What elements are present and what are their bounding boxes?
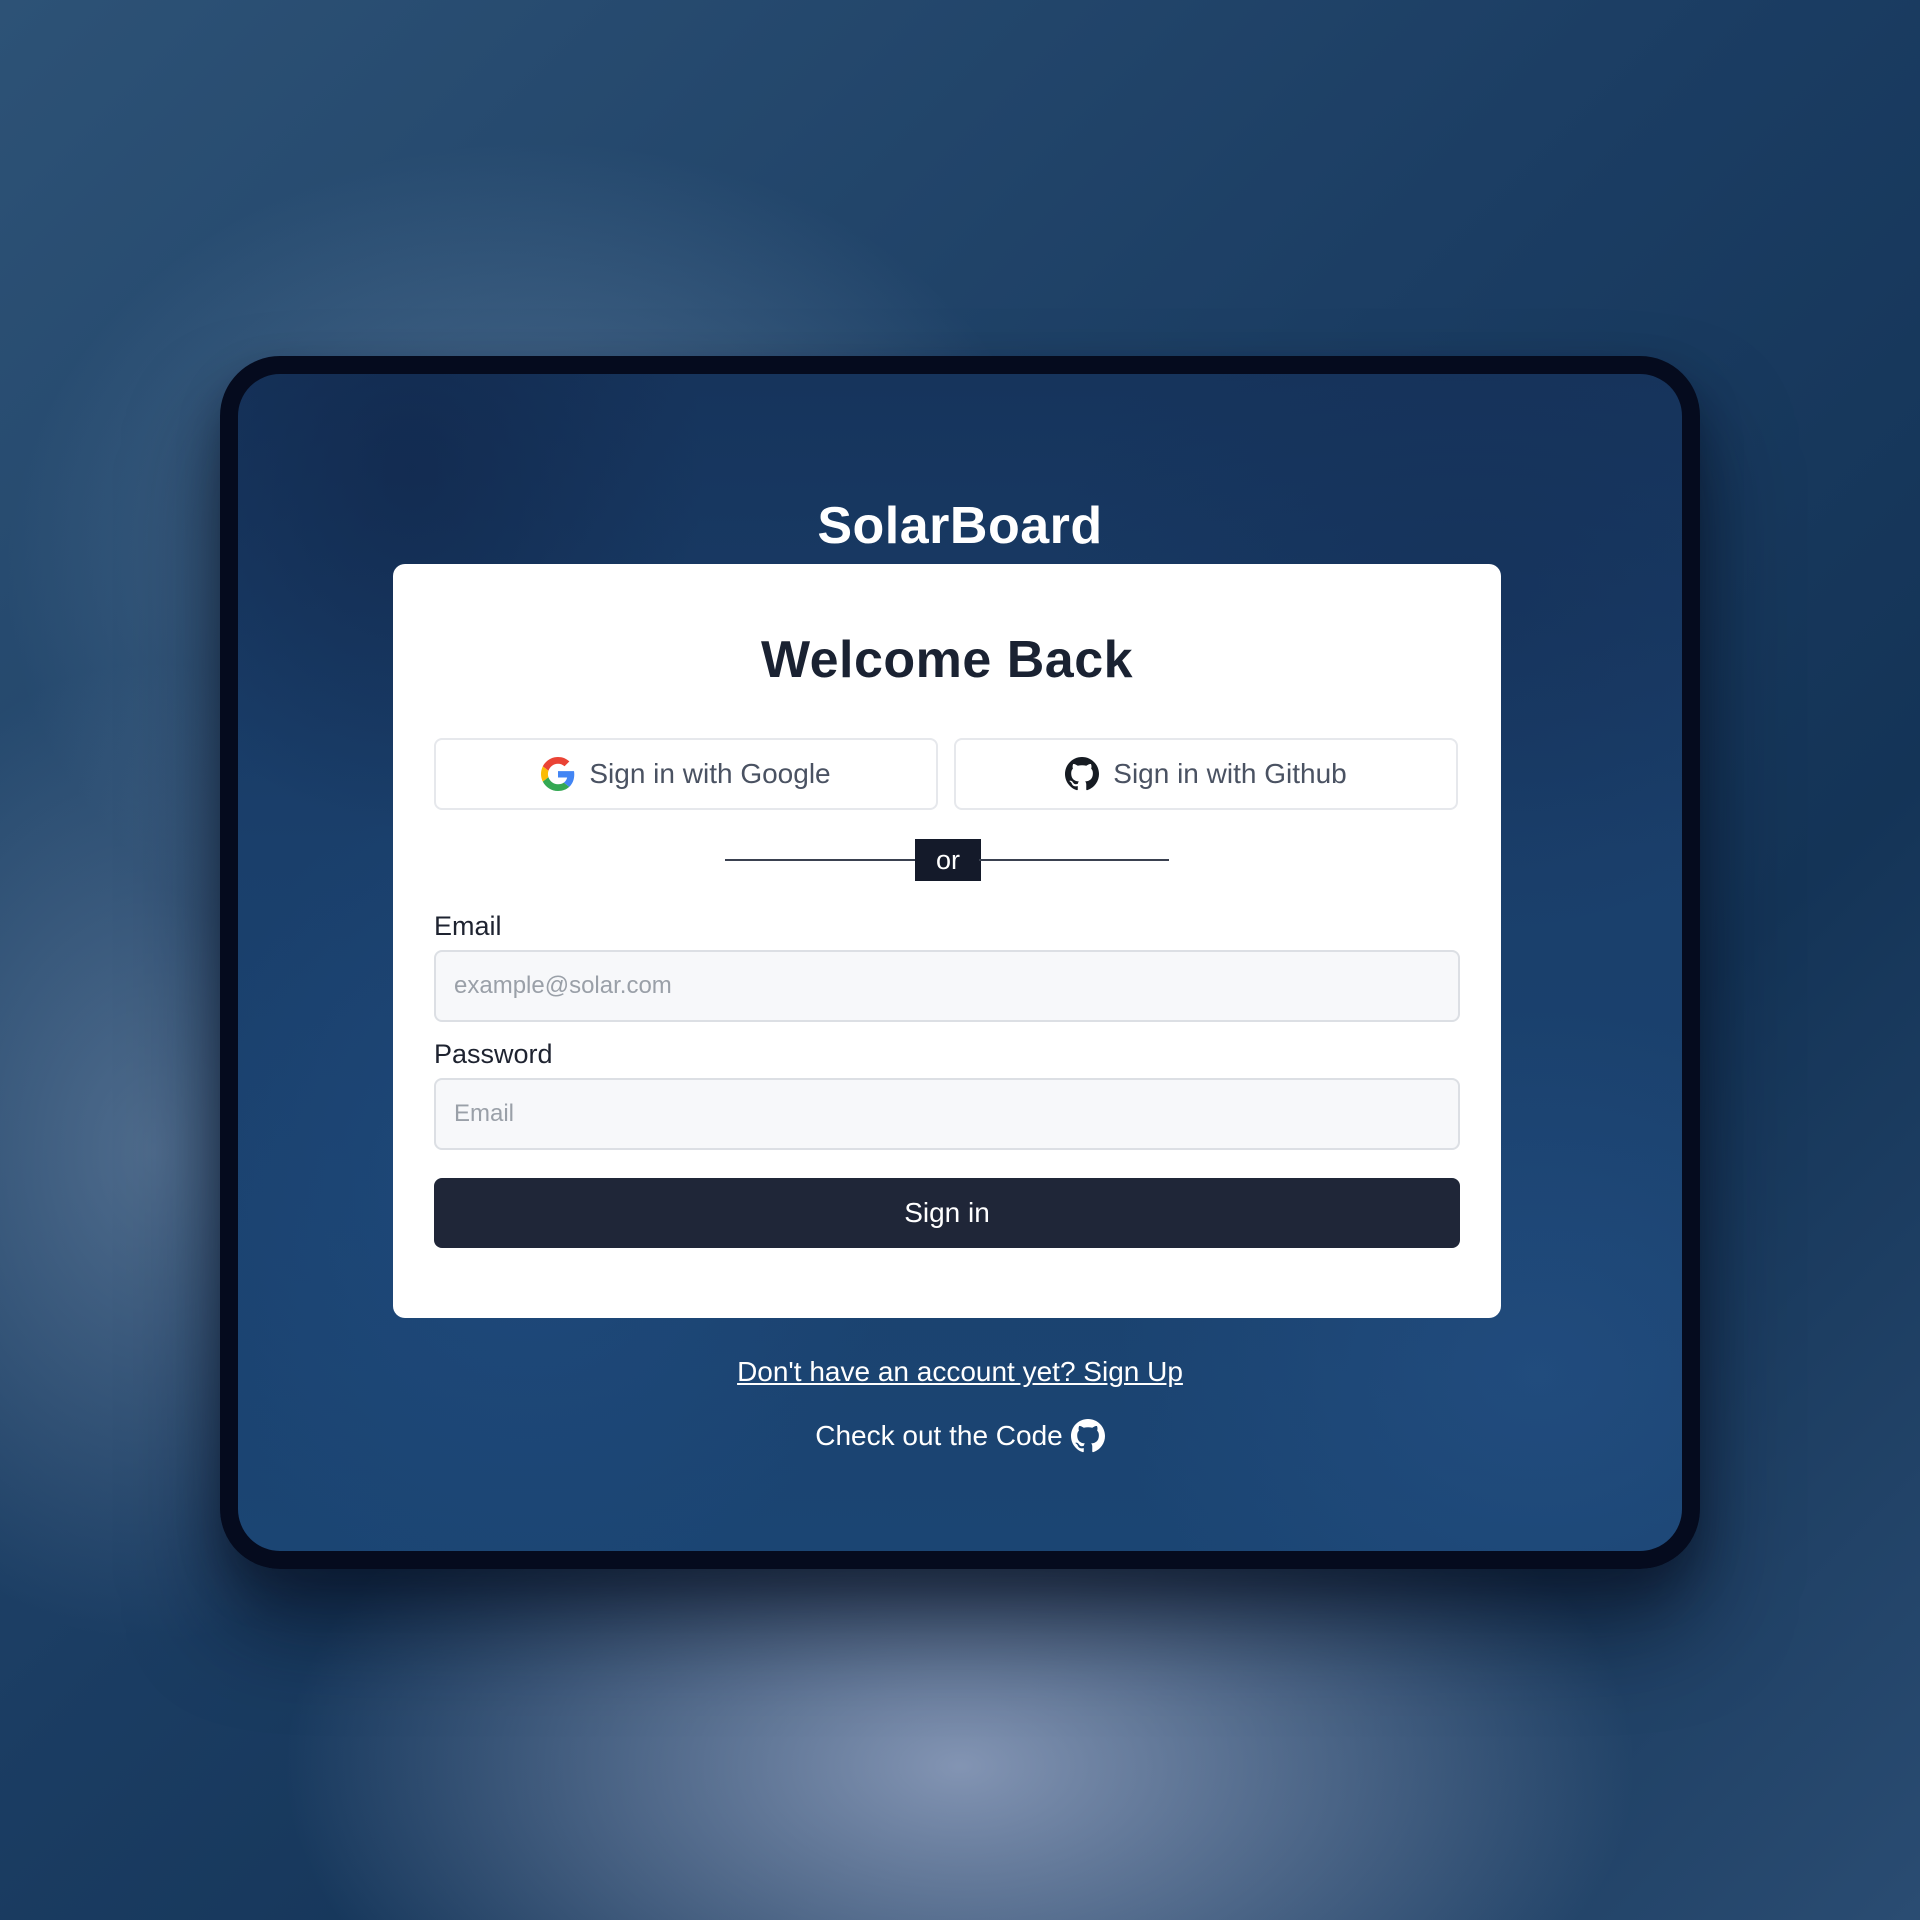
email-field[interactable]	[434, 950, 1460, 1022]
view-code-label: Check out the Code	[815, 1420, 1063, 1451]
email-label: Email	[434, 911, 502, 941]
password-label: Password	[434, 1039, 553, 1069]
sign-in-button[interactable]: Sign in	[434, 1178, 1460, 1248]
github-signin-button[interactable]: Sign in with Github	[954, 738, 1458, 810]
view-code-link[interactable]: Check out the Code	[238, 1419, 1682, 1453]
password-field[interactable]	[434, 1078, 1460, 1150]
github-icon	[1065, 757, 1100, 791]
google-icon	[541, 757, 575, 791]
app-window: SolarBoard Welcome Back Sign in with Goo…	[220, 356, 1700, 1569]
github-icon	[1070, 1419, 1105, 1453]
github-signin-label: Sign in with Github	[1113, 758, 1347, 789]
divider-line-right	[979, 859, 1169, 861]
sign-up-link[interactable]: Don't have an account yet? Sign Up	[238, 1356, 1682, 1388]
google-signin-label: Sign in with Google	[589, 758, 831, 789]
login-card: Welcome Back Sign in with Google Sign in…	[393, 564, 1501, 1318]
divider-text: or	[915, 839, 981, 881]
or-divider: or	[393, 839, 1501, 881]
brand-title: SolarBoard	[817, 497, 1103, 555]
page-title: Welcome Back	[760, 631, 1134, 689]
divider-line-left	[725, 859, 915, 861]
google-signin-button[interactable]: Sign in with Google	[434, 738, 938, 810]
